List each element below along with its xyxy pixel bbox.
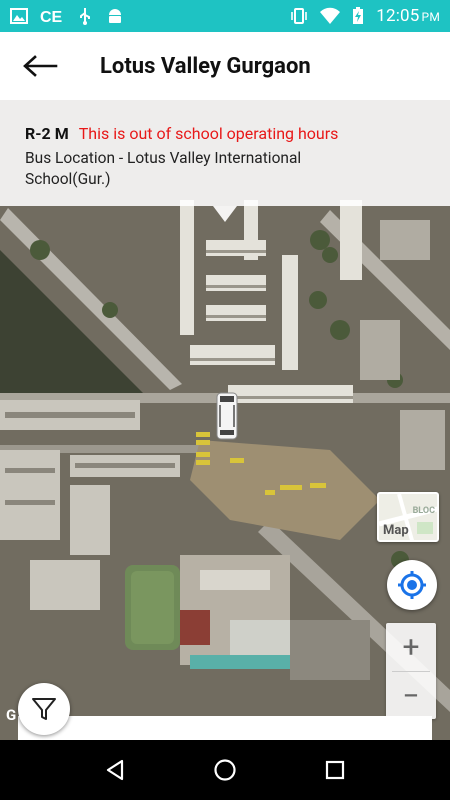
zoom-out-button[interactable]: − xyxy=(386,672,436,720)
arrow-back-icon xyxy=(23,55,58,77)
system-nav-bar xyxy=(0,740,450,800)
svg-text:CE: CE xyxy=(40,9,63,25)
back-triangle-icon xyxy=(106,759,124,781)
bus-marker-icon[interactable] xyxy=(216,392,238,440)
battery-charging-icon xyxy=(353,7,364,24)
bus-info-panel: R-2 M This is out of school operating hou… xyxy=(0,100,450,206)
filter-button[interactable] xyxy=(18,683,70,735)
android-icon xyxy=(109,9,121,23)
recents-square-icon xyxy=(325,760,345,780)
page-title: Lotus Valley Gurgaon xyxy=(100,53,311,79)
nav-recents-button[interactable] xyxy=(315,750,355,790)
wifi-icon xyxy=(320,7,341,24)
status-time: 12:05 PM xyxy=(376,6,440,26)
vibrate-icon xyxy=(291,8,308,24)
zoom-control: + − xyxy=(386,623,436,719)
route-code: R-2 M xyxy=(25,124,69,143)
panel-pointer xyxy=(213,206,237,222)
status-bar: CE 12:05 PM xyxy=(0,0,450,32)
nav-home-button[interactable] xyxy=(205,750,245,790)
back-button[interactable] xyxy=(0,32,80,100)
map-type-label: Map xyxy=(383,523,409,538)
usb-icon xyxy=(80,8,90,25)
map-type-toggle-button[interactable]: BLOC Map xyxy=(377,492,439,542)
filter-funnel-icon xyxy=(32,698,56,720)
image-icon xyxy=(10,8,28,24)
nav-back-button[interactable] xyxy=(95,750,135,790)
home-circle-icon xyxy=(214,759,236,781)
map-attribution: G xyxy=(6,706,17,724)
operating-hours-warning: This is out of school operating hours xyxy=(78,124,339,143)
app-bar: Lotus Valley Gurgaon xyxy=(0,32,450,100)
crosshair-icon xyxy=(398,571,426,599)
bus-location-text: Bus Location - Lotus Valley Internationa… xyxy=(25,149,302,188)
zoom-in-button[interactable]: + xyxy=(386,623,436,671)
bottom-sheet[interactable] xyxy=(18,716,432,740)
route-line: R-2 M This is out of school operating hou… xyxy=(25,124,426,144)
cc-icon: CE xyxy=(40,9,63,25)
my-location-button[interactable] xyxy=(387,560,437,610)
